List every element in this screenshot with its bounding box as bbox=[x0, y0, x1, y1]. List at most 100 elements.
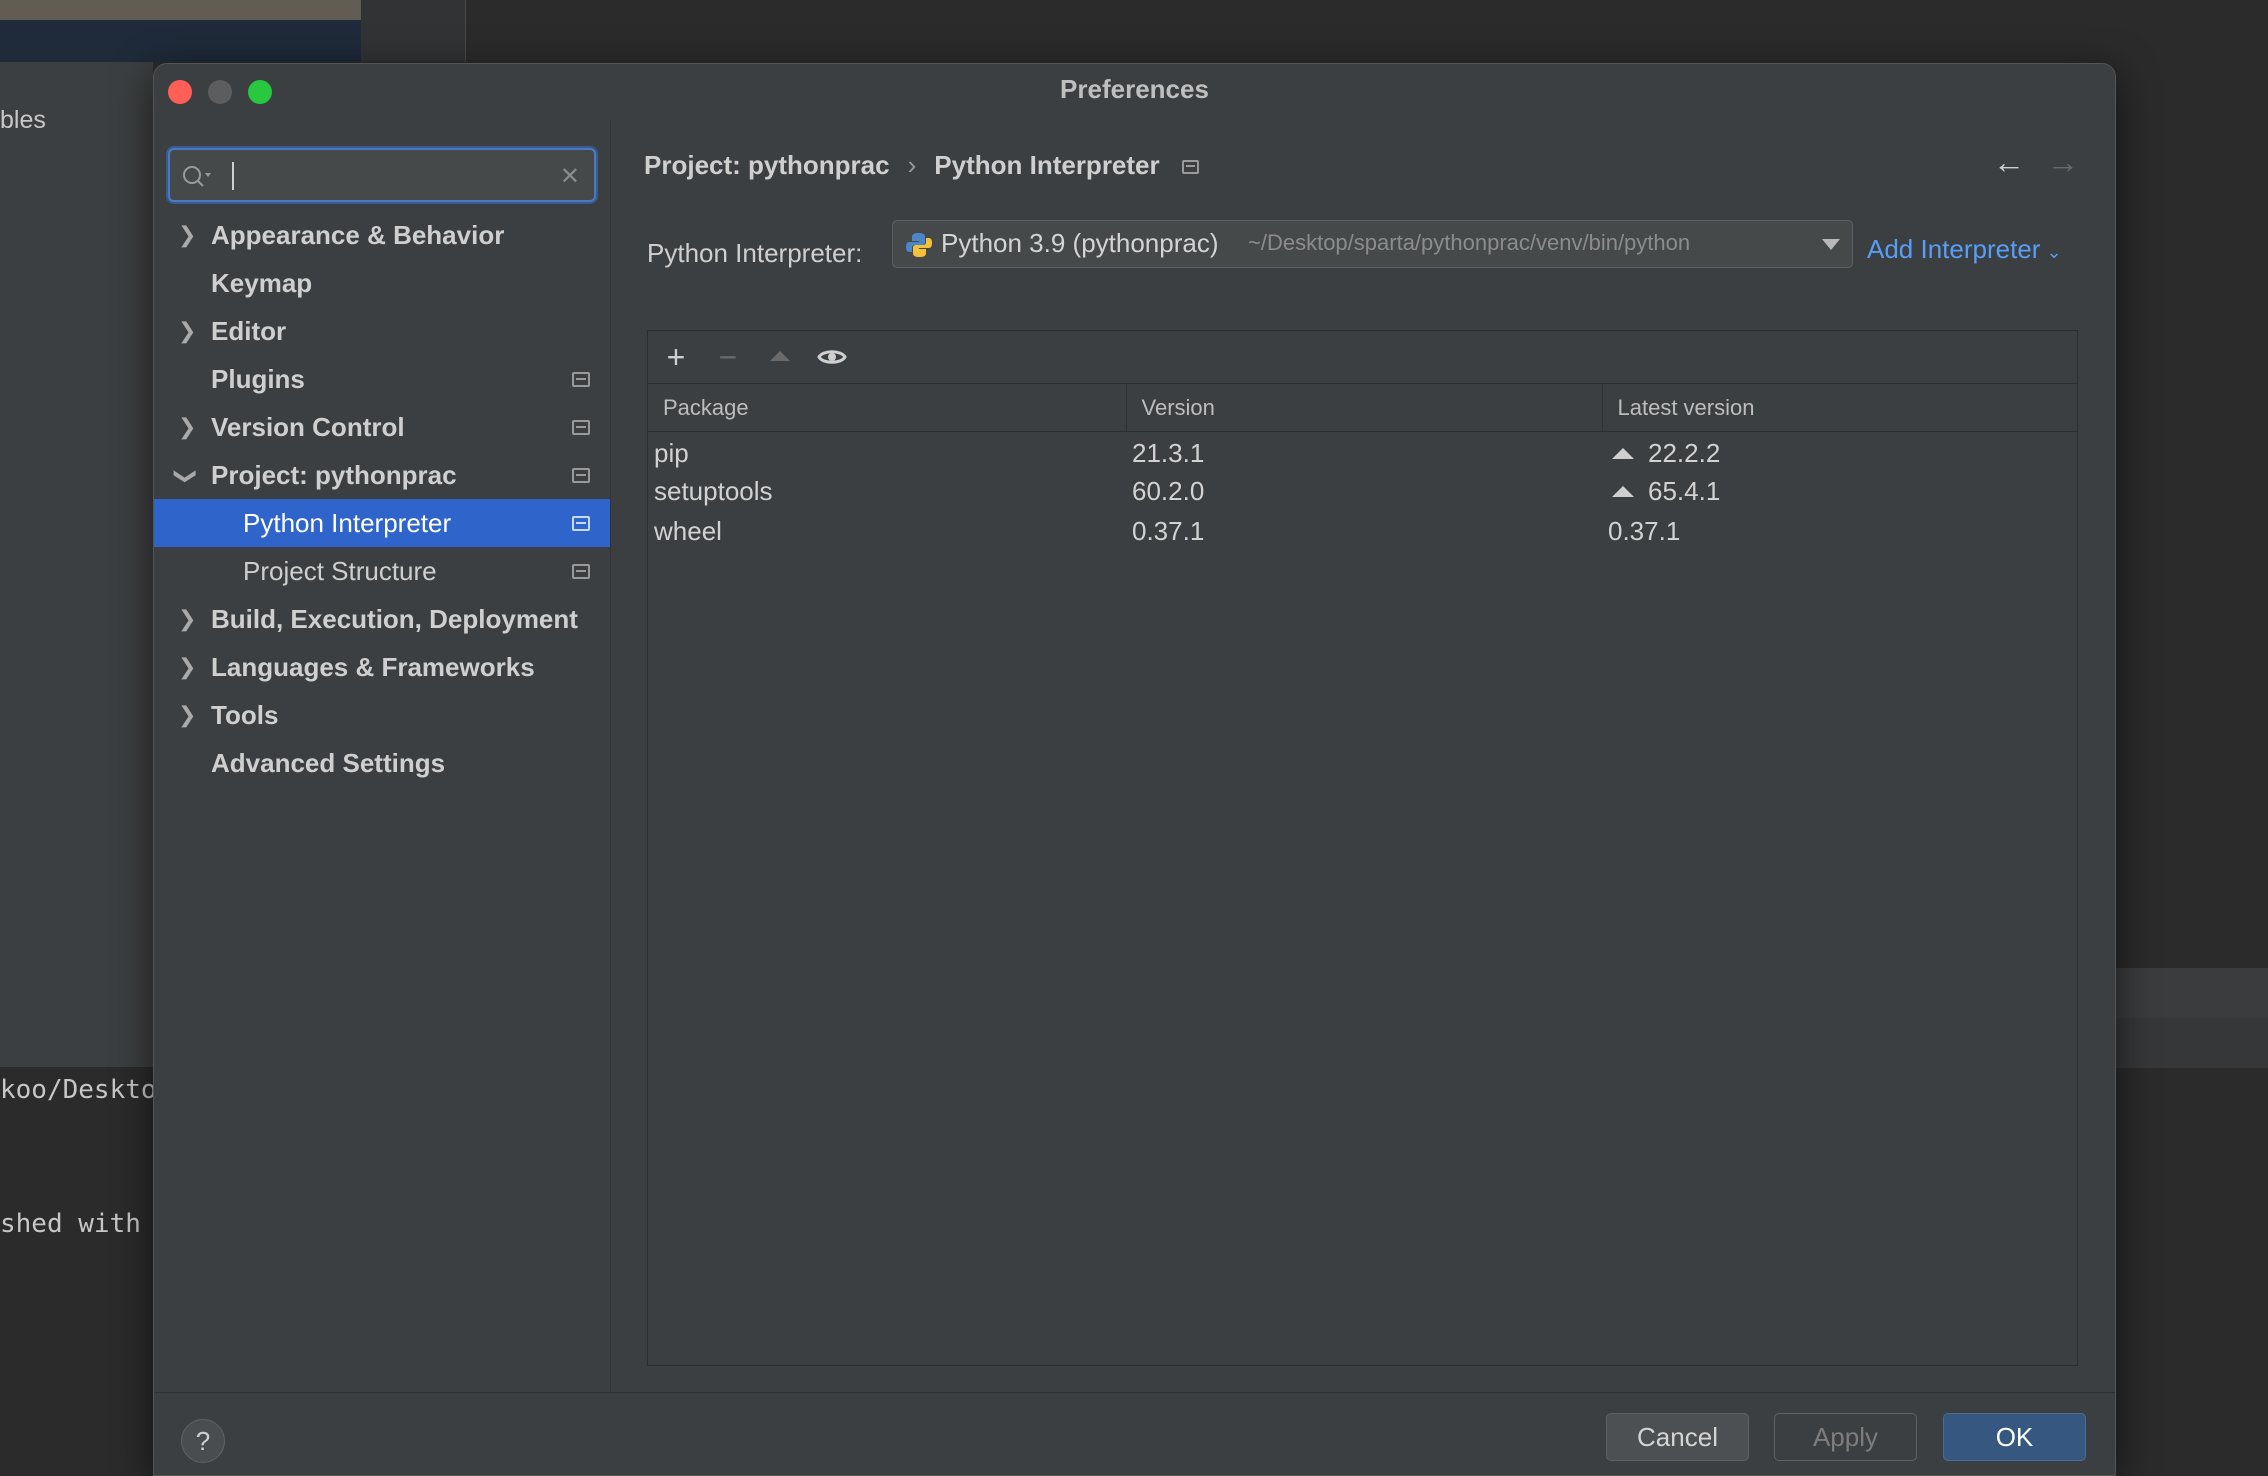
sidebar-item-python-interpreter[interactable]: Python Interpreter bbox=[154, 499, 610, 547]
sidebar-item-label: Languages & Frameworks bbox=[211, 652, 535, 682]
sidebar-item-appearance-behavior[interactable]: ❯ Appearance & Behavior bbox=[154, 211, 610, 259]
help-button[interactable]: ? bbox=[181, 1419, 225, 1463]
sidebar-item-tools[interactable]: ❯ Tools bbox=[154, 691, 610, 739]
upgrade-available-icon bbox=[1612, 486, 1634, 497]
sidebar-item-project-structure[interactable]: Project Structure bbox=[154, 547, 610, 595]
run-console: koo/Deskto shed with bbox=[0, 1067, 157, 1476]
chevron-right-icon[interactable]: ❯ bbox=[178, 643, 196, 691]
package-latest: 22.2.2 bbox=[1602, 432, 2077, 472]
latest-version-value: 22.2.2 bbox=[1648, 438, 1721, 469]
package-latest: 0.37.1 bbox=[1602, 512, 2077, 552]
sidebar-item-label: Advanced Settings bbox=[211, 748, 446, 778]
breadcrumb: Project: pythonprac › Python Interpreter bbox=[644, 150, 1199, 181]
title-bar: Preferences bbox=[154, 64, 2115, 120]
add-interpreter-label: Add Interpreter bbox=[1867, 234, 2041, 264]
project-panel-text: bles bbox=[0, 106, 46, 134]
editor-selection-highlight bbox=[0, 20, 361, 62]
table-row[interactable]: setuptools 60.2.0 65.4.1 bbox=[648, 472, 2077, 512]
latest-version-value: 65.4.1 bbox=[1648, 476, 1721, 506]
package-version: 60.2.0 bbox=[1132, 476, 1205, 506]
sidebar-item-keymap[interactable]: Keymap bbox=[154, 259, 610, 307]
sidebar-item-languages-frameworks[interactable]: ❯ Languages & Frameworks bbox=[154, 643, 610, 691]
breadcrumb-separator: › bbox=[907, 150, 917, 180]
dialog-footer: ? Cancel Apply OK bbox=[154, 1392, 2115, 1475]
sidebar-item-label: Build, Execution, Deployment bbox=[211, 604, 578, 634]
chevron-right-icon[interactable]: ❯ bbox=[178, 211, 196, 259]
sidebar-item-label: Python Interpreter bbox=[243, 508, 452, 538]
sidebar-item-version-control[interactable]: ❯ Version Control bbox=[154, 403, 610, 451]
sidebar-item-label: Version Control bbox=[211, 412, 405, 442]
latest-version-value: 0.37.1 bbox=[1608, 516, 1681, 546]
table-row[interactable]: pip 21.3.1 22.2.2 bbox=[648, 432, 2077, 472]
editor-status-strip bbox=[2116, 1018, 2268, 1068]
sidebar-item-label: Editor bbox=[211, 316, 287, 346]
editor-status-strip bbox=[2116, 968, 2268, 1018]
breadcrumb-parent[interactable]: Project: pythonprac bbox=[644, 150, 890, 180]
console-line: koo/Deskto bbox=[0, 1075, 157, 1105]
chevron-right-icon[interactable]: ❯ bbox=[178, 403, 196, 451]
preferences-dialog: Preferences ✕ ❯ Appearance & Behavior Ke… bbox=[153, 63, 2116, 1476]
settings-search[interactable]: ✕ bbox=[168, 148, 596, 202]
column-header-latest-version[interactable]: Latest version bbox=[1602, 383, 2077, 432]
packages-table: Package Version Latest version pip 21.3.… bbox=[648, 383, 2077, 552]
console-line: shed with bbox=[0, 1209, 141, 1239]
chevron-right-icon[interactable]: ❯ bbox=[178, 307, 196, 355]
interpreter-label: Python Interpreter: bbox=[647, 238, 863, 268]
sidebar-item-plugins[interactable]: Plugins bbox=[154, 355, 610, 403]
column-header-package[interactable]: Package bbox=[648, 383, 1127, 432]
sidebar-item-editor[interactable]: ❯ Editor bbox=[154, 307, 610, 355]
dialog-title: Preferences bbox=[1060, 74, 1209, 104]
settings-tree: ❯ Appearance & Behavior Keymap ❯ Editor … bbox=[154, 211, 610, 787]
cancel-button[interactable]: Cancel bbox=[1606, 1413, 1749, 1461]
package-name: wheel bbox=[654, 516, 722, 546]
package-version: 21.3.1 bbox=[1132, 438, 1205, 469]
python-logo-icon bbox=[906, 233, 932, 257]
forward-arrow-icon[interactable]: → bbox=[2047, 144, 2079, 181]
interpreter-name: Python 3.9 (pythonprac) bbox=[941, 228, 1219, 258]
sidebar-item-label: Keymap bbox=[211, 268, 313, 298]
console-header bbox=[0, 1017, 153, 1067]
sidebar-item-project[interactable]: ❯ Project: pythonprac bbox=[154, 451, 610, 499]
apply-button[interactable]: Apply bbox=[1774, 1413, 1917, 1461]
project-level-icon bbox=[572, 516, 590, 531]
project-level-icon bbox=[572, 468, 590, 483]
package-name: setuptools bbox=[654, 476, 773, 506]
ok-button[interactable]: OK bbox=[1943, 1413, 2086, 1461]
settings-content: Project: pythonprac › Python Interpreter ←… bbox=[612, 120, 2115, 1392]
text-caret bbox=[232, 162, 234, 190]
sidebar-item-label: Project Structure bbox=[243, 556, 437, 586]
chevron-down-icon[interactable]: ❯ bbox=[162, 467, 210, 485]
package-name: pip bbox=[654, 438, 689, 469]
editor-tab-area bbox=[0, 0, 361, 20]
upgrade-arrow-icon bbox=[770, 351, 790, 361]
table-row[interactable]: wheel 0.37.1 0.37.1 bbox=[648, 512, 2077, 552]
clear-search-icon[interactable]: ✕ bbox=[560, 162, 580, 191]
editor-gutter: 2 bbox=[361, 0, 748, 62]
uninstall-package-button[interactable]: − bbox=[710, 339, 746, 375]
install-package-button[interactable]: + bbox=[658, 339, 694, 375]
back-arrow-icon[interactable]: ← bbox=[1993, 144, 2025, 181]
packages-toolbar: + − bbox=[648, 331, 2077, 383]
table-header-row: Package Version Latest version bbox=[648, 383, 2077, 432]
package-version: 0.37.1 bbox=[1132, 516, 1205, 546]
package-latest: 65.4.1 bbox=[1602, 472, 2077, 512]
interpreter-path: ~/Desktop/sparta/pythonprac/venv/bin/pyt… bbox=[1248, 230, 1691, 255]
upgrade-package-button[interactable] bbox=[762, 339, 798, 375]
project-level-icon bbox=[1181, 160, 1199, 175]
add-interpreter-link[interactable]: Add Interpreter ⌄ bbox=[1867, 234, 2062, 265]
search-icon bbox=[183, 166, 211, 187]
project-level-icon bbox=[572, 564, 590, 579]
sidebar-item-build-execution-deployment[interactable]: ❯ Build, Execution, Deployment bbox=[154, 595, 610, 643]
project-level-icon bbox=[572, 420, 590, 435]
packages-panel: + − Package Version Latest version pip 2… bbox=[647, 330, 2078, 1366]
chevron-down-icon: ⌄ bbox=[2046, 242, 2062, 262]
project-level-icon bbox=[572, 372, 590, 387]
search-input[interactable] bbox=[240, 156, 550, 194]
chevron-right-icon[interactable]: ❯ bbox=[178, 595, 196, 643]
column-header-version[interactable]: Version bbox=[1126, 383, 1603, 432]
sidebar-item-advanced-settings[interactable]: Advanced Settings bbox=[154, 739, 610, 787]
chevron-right-icon[interactable]: ❯ bbox=[178, 691, 196, 739]
interpreter-dropdown[interactable]: Python 3.9 (pythonprac) ~/Desktop/sparta… bbox=[892, 220, 1853, 268]
dropdown-arrow-icon[interactable] bbox=[1822, 239, 1840, 250]
show-latest-versions-button[interactable] bbox=[814, 339, 850, 375]
